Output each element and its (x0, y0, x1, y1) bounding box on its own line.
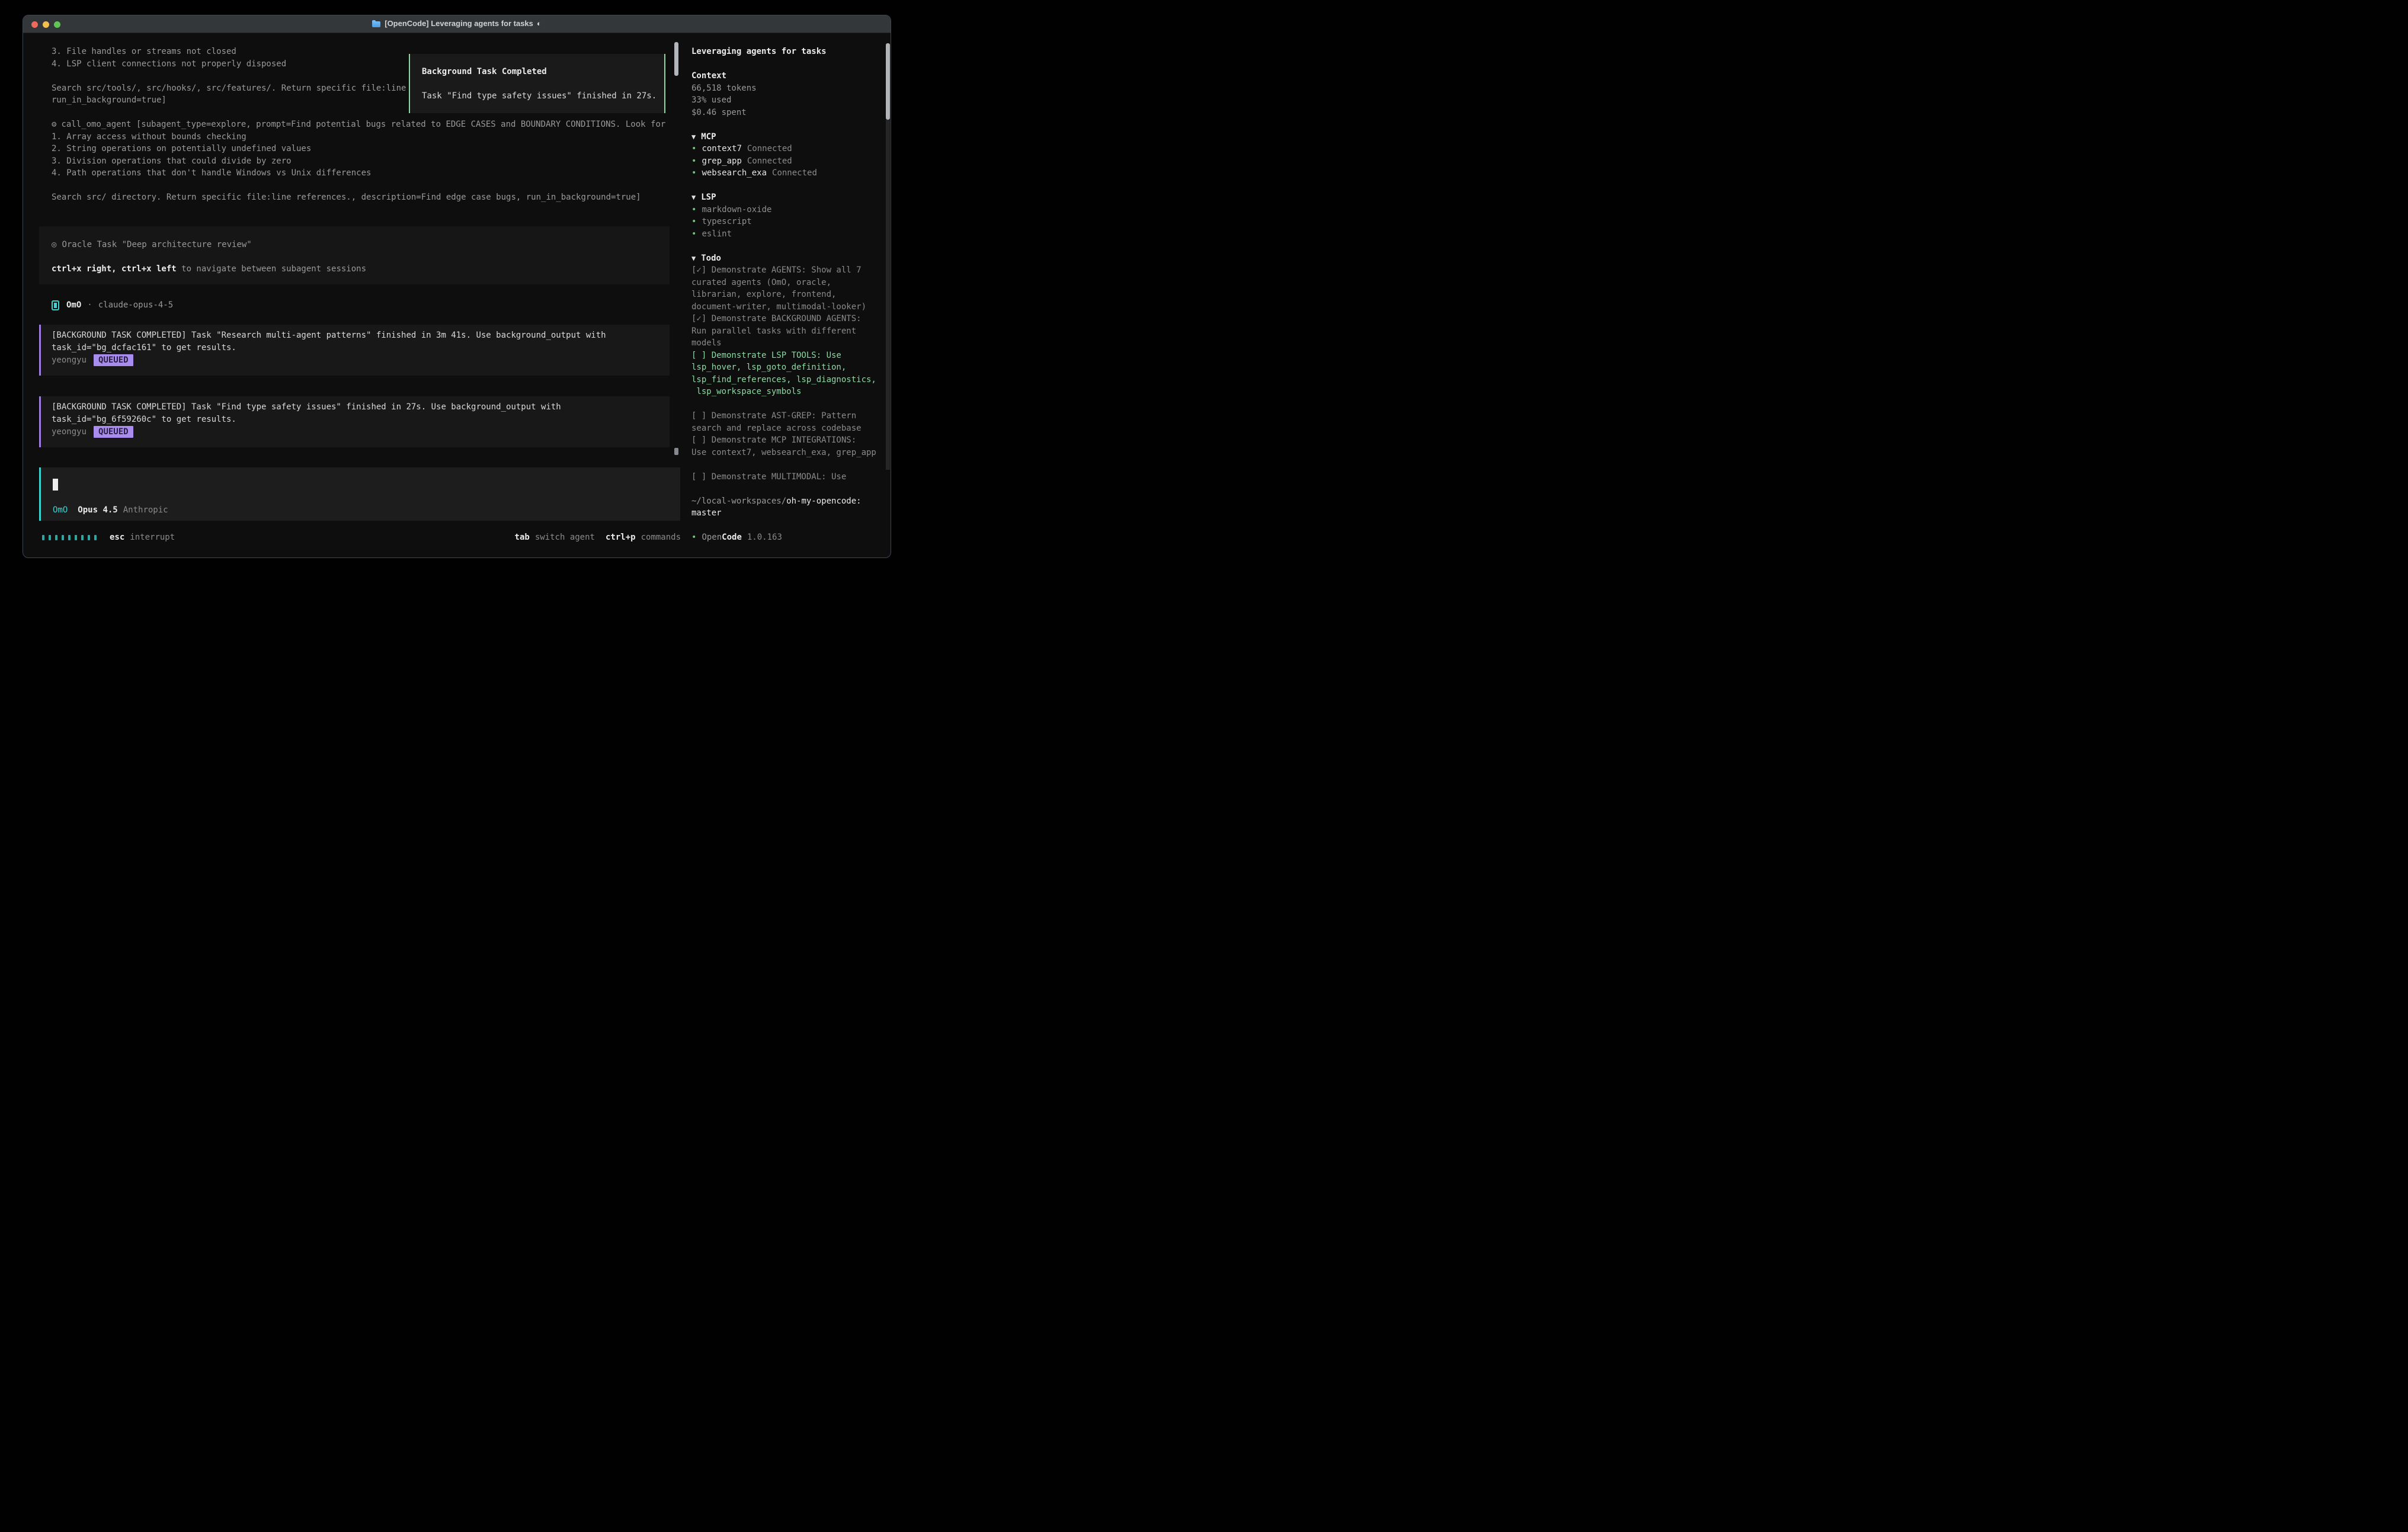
status-bar: esc interrupt tab switch agent ctrl+p co… (42, 531, 681, 544)
activity-spinner (42, 535, 97, 540)
notification-body: Task "Find type safety issues" finished … (422, 90, 657, 102)
sidebar-title: Leveraging agents for tasks (691, 46, 891, 58)
context-used: 33% used (691, 94, 891, 107)
todo-item-pending: [ ] Demonstrate MULTIMODAL: Use (691, 471, 882, 483)
task-message: [BACKGROUND TASK COMPLETED] Task "Resear… (39, 325, 670, 376)
tab-label: switch agent (535, 531, 595, 544)
sidebar-scrollbar-track[interactable] (886, 120, 890, 470)
agent-name: OmO (66, 299, 81, 312)
queued-badge: QUEUED (94, 426, 133, 438)
context-spent: $0.46 spent (691, 107, 891, 119)
task-message-meta: yeongyu QUEUED (52, 426, 670, 438)
shortcut-keys: ctrl+x right, ctrl+x left (52, 264, 177, 274)
sidebar: Leveraging agents for tasks Context 66,5… (686, 33, 891, 558)
lsp-item: •eslint (691, 228, 891, 241)
bullet-icon: • (691, 229, 696, 239)
cmd-label: commands (641, 531, 681, 544)
tab-key: tab (515, 531, 530, 544)
version-line: •OpenCode1.0.163 (691, 531, 891, 544)
todo-item-pending: [ ] Demonstrate AST-GREP: Pattern search… (691, 410, 882, 434)
todo-item-active: [ ] Demonstrate LSP TOOLS: Use lsp_hover… (691, 350, 882, 398)
todo-item-pending: [ ] Demonstrate MCP INTEGRATIONS: Use co… (691, 434, 882, 459)
traffic-lights (31, 15, 60, 33)
bullet-icon: • (691, 217, 696, 226)
task-message-text: [BACKGROUND TASK COMPLETED] Task "Find t… (52, 401, 670, 425)
bullet-icon: • (691, 156, 696, 166)
titlebar: [OpenCode] Leveraging agents for tasks ◐ (23, 15, 891, 33)
todo-section-header[interactable]: ▼Todo (691, 252, 891, 265)
main-scrollbar-end[interactable] (674, 448, 678, 455)
agent-call-text: call_omo_agent [subagent_type=explore, p… (61, 120, 665, 129)
input-provider: Anthropic (123, 504, 168, 517)
bullet-icon: • (691, 533, 696, 542)
mcp-item: •grep_appConnected (691, 155, 891, 168)
chevron-down-icon: ▼ (691, 133, 696, 141)
lsp-item: •markdown-oxide (691, 204, 891, 216)
lsp-section-header[interactable]: ▼LSP (691, 191, 891, 204)
sidebar-scrollbar-thumb[interactable] (886, 43, 890, 120)
oracle-task-title-row: ◎ Oracle Task "Deep architecture review" (52, 239, 252, 251)
agent-session-header: OmO · claude-opus-4-5 (52, 299, 173, 312)
text-cursor (53, 479, 58, 491)
mcp-section-header[interactable]: ▼MCP (691, 131, 891, 143)
search-line: Search src/ directory. Return specific f… (52, 191, 674, 204)
input-agent-name: OmO (53, 504, 68, 517)
bullet-icon: • (691, 205, 696, 214)
task-user: yeongyu (52, 354, 87, 367)
mcp-item: •context7Connected (691, 143, 891, 155)
task-message: [BACKGROUND TASK COMPLETED] Task "Find t… (39, 396, 670, 447)
main-scrollbar-thumb[interactable] (674, 42, 678, 76)
task-message-text: [BACKGROUND TASK COMPLETED] Task "Resear… (52, 329, 670, 354)
workspace-branch: master (691, 507, 891, 520)
agent-call-items: 1. Array access without bounds checking … (52, 131, 674, 180)
status-left: esc interrupt (42, 531, 175, 544)
context-tokens: 66,518 tokens (691, 82, 891, 95)
bullet-icon: • (691, 168, 696, 178)
task-user: yeongyu (52, 426, 87, 438)
shortcut-hint: ctrl+x right, ctrl+x left to navigate be… (52, 263, 366, 275)
bullet-icon: • (691, 144, 696, 153)
chevron-down-icon: ▼ (691, 254, 696, 262)
esc-label: interrupt (130, 531, 175, 544)
separator-dot: · (87, 299, 92, 312)
agent-icon (52, 300, 59, 310)
todo-item-done: [✓] Demonstrate AGENTS: Show all 7 curat… (691, 264, 882, 313)
input-footer: OmO Opus 4.5 Anthropic (53, 504, 168, 517)
oracle-task-box: ◎Oracle Task "Deep architecture review" … (39, 226, 670, 284)
todo-item-done: [✓] Demonstrate BACKGROUND AGENTS: Run p… (691, 313, 882, 350)
prompt-input[interactable]: OmO Opus 4.5 Anthropic (39, 467, 680, 521)
cmd-key: ctrl+p (606, 531, 636, 544)
mcp-item: •websearch_exaConnected (691, 167, 891, 180)
oracle-icon: ◎ (52, 240, 56, 249)
shortcut-desc: to navigate between subagent sessions (177, 264, 366, 274)
context-heading: Context (691, 70, 891, 82)
queued-badge: QUEUED (94, 354, 133, 367)
proxy-icon: ◐ (537, 18, 542, 30)
agent-call-line: ⚙ call_omo_agent [subagent_type=explore, … (52, 118, 665, 131)
minimize-button[interactable] (43, 21, 49, 28)
notification-title: Background Task Completed (422, 66, 547, 78)
esc-key: esc (110, 531, 124, 544)
notification-toast[interactable]: Background Task Completed Task "Find typ… (409, 54, 665, 113)
lsp-item: •typescript (691, 216, 891, 228)
agent-model: claude-opus-4-5 (98, 299, 173, 312)
gear-icon: ⚙ (52, 120, 56, 129)
window-title: [OpenCode] Leveraging agents for tasks (385, 18, 533, 30)
status-right: tab switch agent ctrl+p commands (515, 531, 681, 544)
zoom-button[interactable] (54, 21, 60, 28)
workspace-path: ~/local-workspaces/oh-my-opencode: (691, 495, 882, 508)
close-button[interactable] (31, 21, 38, 28)
folder-icon (372, 21, 380, 27)
oracle-task-title: Oracle Task "Deep architecture review" (62, 240, 251, 249)
task-message-meta: yeongyu QUEUED (52, 354, 670, 367)
input-model: Opus 4.5 (78, 504, 117, 517)
chevron-down-icon: ▼ (691, 193, 696, 201)
terminal-window: [OpenCode] Leveraging agents for tasks ◐… (23, 15, 891, 558)
